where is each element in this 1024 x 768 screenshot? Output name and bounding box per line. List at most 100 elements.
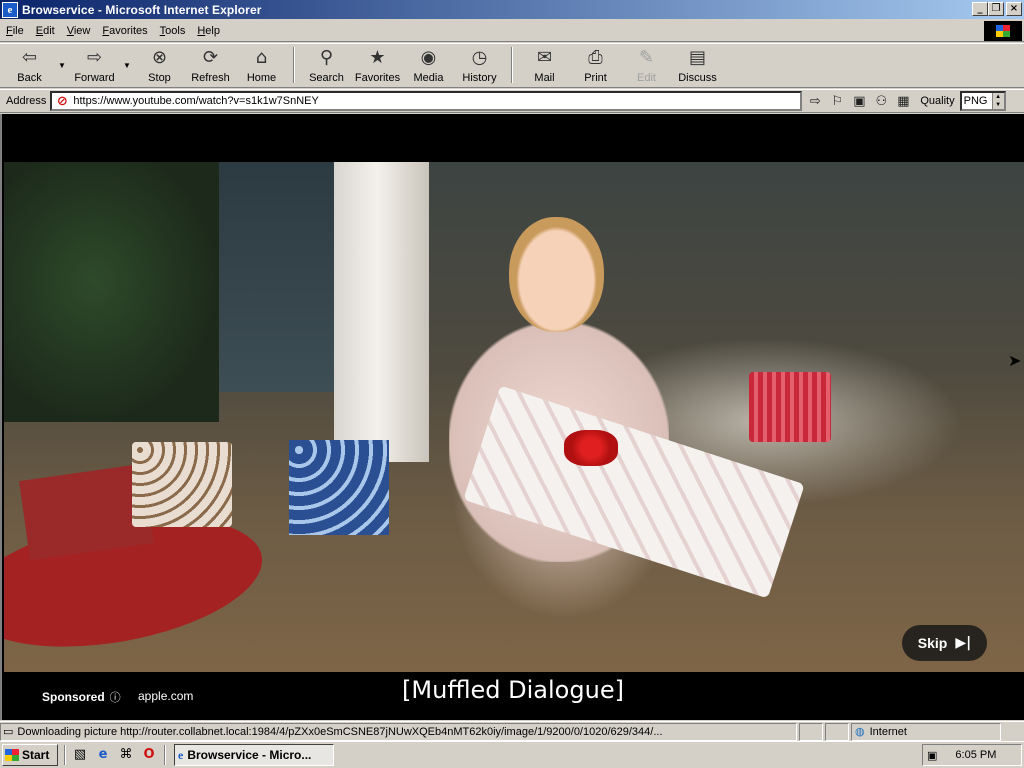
- favorites-button[interactable]: ★ Favorites: [352, 44, 403, 86]
- history-icon: ◷: [471, 47, 488, 68]
- home-button[interactable]: ⌂ Home: [236, 44, 287, 86]
- video-scene-child-head: [509, 217, 604, 332]
- search-button[interactable]: ⚲ Search: [301, 44, 352, 86]
- taskbar-grip: [64, 745, 66, 765]
- stop-button[interactable]: ⊗ Stop: [134, 44, 185, 86]
- window-title: Browservice - Microsoft Internet Explore…: [22, 2, 262, 17]
- media-button[interactable]: ◉ Media: [403, 44, 454, 86]
- close-button[interactable]: ×: [1006, 2, 1022, 16]
- video-player[interactable]: Skip ▶|: [4, 162, 1024, 672]
- edit-icon: ✎: [638, 47, 655, 68]
- quality-label: Quality: [920, 95, 955, 107]
- ie-app-icon: e: [2, 1, 18, 18]
- toolbar-separator: [511, 47, 513, 83]
- video-scene-window: [219, 162, 334, 392]
- mouse-pointer-icon: ➤: [1008, 351, 1022, 370]
- tray-network-icon[interactable]: ▣: [927, 749, 937, 762]
- show-desktop-icon[interactable]: ▧: [71, 746, 89, 764]
- task-label: Browservice - Micro...: [187, 748, 312, 762]
- forward-dropdown-button[interactable]: ▼: [120, 44, 134, 86]
- mail-button[interactable]: ✉ Mail: [519, 44, 570, 86]
- video-scene-gift: [132, 442, 232, 527]
- stop-icon: ⊗: [151, 47, 168, 68]
- page-icon: ⊘: [56, 93, 68, 108]
- forward-button[interactable]: ⇨ Forward: [69, 44, 120, 86]
- address-url[interactable]: https://www.youtube.com/watch?v=s1k1w7Sn…: [73, 95, 318, 107]
- windows-logo-icon: [984, 21, 1022, 41]
- clock[interactable]: 6:05 PM: [955, 749, 996, 761]
- status-bar: ▭ Downloading picture http://router.coll…: [0, 721, 1024, 741]
- opera-icon[interactable]: O: [140, 746, 158, 764]
- go-arrow-icon[interactable]: ⇨: [806, 92, 824, 110]
- menu-view[interactable]: View: [61, 25, 97, 37]
- menu-help[interactable]: Help: [191, 25, 226, 37]
- video-scene-basket: [749, 372, 831, 442]
- internet-explorer-icon[interactable]: e: [94, 746, 112, 764]
- ie-task-icon: e: [178, 747, 184, 762]
- globe-icon: ◍: [855, 725, 865, 738]
- address-bar: Address ⊘ https://www.youtube.com/watch?…: [0, 89, 1024, 113]
- home-icon: ⌂: [255, 47, 268, 68]
- address-input[interactable]: ⊘ https://www.youtube.com/watch?v=s1k1w7…: [50, 91, 803, 111]
- status-panel: [799, 722, 823, 741]
- quality-value: PNG: [963, 95, 988, 107]
- back-arrow-icon: ⇦: [21, 47, 38, 68]
- title-bar: e Browservice - Microsoft Internet Explo…: [0, 0, 1024, 19]
- menu-edit[interactable]: Edit: [30, 25, 61, 37]
- start-label: Start: [22, 748, 50, 762]
- security-zone-panel: ◍ Internet: [851, 722, 1001, 741]
- refresh-button[interactable]: ⟳ Refresh: [185, 44, 236, 86]
- status-text: Downloading picture http://router.collab…: [17, 725, 663, 738]
- find-icon[interactable]: ▣: [850, 92, 868, 110]
- taskbar: Start ▧ e ⌘ O e Browservice - Micro... ▣…: [0, 741, 1024, 768]
- status-text-panel: ▭ Downloading picture http://router.coll…: [0, 722, 797, 741]
- bookmark-icon[interactable]: ⚐: [828, 92, 846, 110]
- video-caption: [Muffled Dialogue]: [402, 676, 624, 704]
- clipboard-icon[interactable]: ▦: [894, 92, 912, 110]
- menu-file[interactable]: File: [0, 25, 30, 37]
- menu-bar: File Edit View Favorites Tools Help: [0, 20, 1024, 42]
- windows-flag-icon: [5, 749, 19, 761]
- menu-favorites[interactable]: Favorites: [96, 25, 153, 37]
- back-dropdown-button[interactable]: ▼: [55, 44, 69, 86]
- media-icon: ◉: [420, 47, 437, 68]
- refresh-icon: ⟳: [202, 47, 219, 68]
- standard-toolbar: ⇦ Back ▼ ⇨ Forward ▼ ⊗ Stop ⟳ Refresh ⌂ …: [0, 43, 1024, 88]
- print-button[interactable]: ⎙ Print: [570, 44, 621, 86]
- mail-icon: ✉: [536, 47, 553, 68]
- address-label: Address: [6, 95, 47, 107]
- zone-label: Internet: [869, 725, 907, 738]
- video-scene-pillar: [334, 162, 429, 462]
- skip-ad-button[interactable]: Skip ▶|: [902, 625, 987, 661]
- binoculars-icon[interactable]: ⚇: [872, 92, 890, 110]
- quality-spinner[interactable]: ▲ ▼: [991, 93, 1004, 109]
- system-tray: ▣ 6:05 PM: [922, 744, 1022, 766]
- taskbar-window-browservice[interactable]: e Browservice - Micro...: [174, 744, 334, 766]
- skip-label: Skip: [917, 635, 948, 651]
- network-icon[interactable]: ⌘: [117, 746, 135, 764]
- favorites-icon: ★: [369, 47, 386, 68]
- video-scene-gift: [289, 440, 389, 535]
- toolbar-separator: [293, 47, 295, 83]
- search-icon: ⚲: [319, 47, 334, 68]
- status-panel: [825, 722, 849, 741]
- quality-select[interactable]: PNG ▲ ▼: [959, 91, 1006, 111]
- history-button[interactable]: ◷ History: [454, 44, 505, 86]
- video-scene-bow: [564, 430, 618, 466]
- skip-next-icon: ▶|: [955, 635, 972, 651]
- discuss-icon: ▤: [688, 47, 706, 68]
- edit-button[interactable]: ✎ Edit: [621, 44, 672, 86]
- print-icon: ⎙: [588, 47, 603, 68]
- page-loading-icon: ▭: [3, 726, 14, 738]
- start-button[interactable]: Start: [2, 744, 58, 766]
- minimize-button[interactable]: _: [972, 2, 988, 16]
- page-content: Skip ▶| Sponsored ⓘ apple.com [Muffled Di…: [0, 114, 1024, 720]
- restore-button[interactable]: ❐: [988, 2, 1004, 16]
- ad-info-bar: Sponsored ⓘ apple.com [Muffled Dialogue]: [2, 672, 1024, 720]
- taskbar-grip: [164, 745, 166, 765]
- back-button[interactable]: ⇦ Back: [4, 44, 55, 86]
- menu-tools[interactable]: Tools: [154, 25, 192, 37]
- forward-arrow-icon: ⇨: [86, 47, 103, 68]
- video-scene-tree: [4, 162, 219, 422]
- discuss-button[interactable]: ▤ Discuss: [672, 44, 723, 86]
